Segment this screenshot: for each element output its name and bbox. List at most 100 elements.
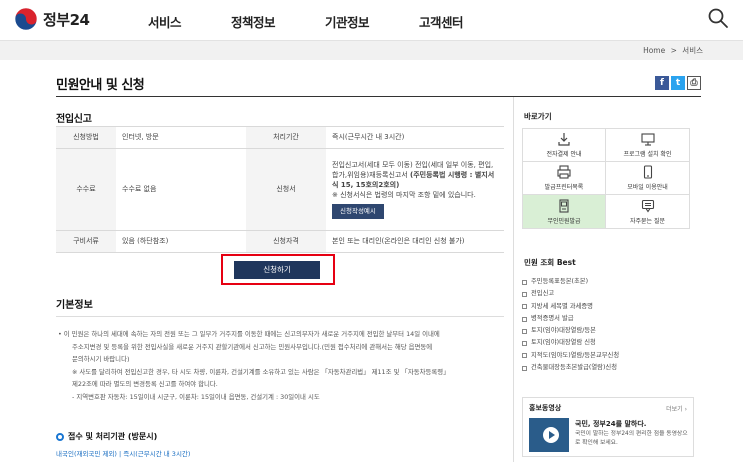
method-value: 인터넷, 방문	[116, 126, 246, 149]
breadcrumb-home[interactable]: Home	[643, 46, 665, 55]
best-item[interactable]: 지적도(임야도)열람/등본교부신청	[522, 350, 619, 362]
best-item-label: 병적증명서 발급	[531, 314, 574, 322]
circle-bullet-icon	[56, 432, 64, 441]
best-item[interactable]: 건축물대장등초본발급(열람)신청	[522, 362, 619, 374]
quick-link-printer[interactable]: 발급프린터목록	[523, 162, 606, 195]
breadcrumb-separator: >	[670, 46, 677, 55]
printer-icon	[557, 165, 571, 179]
search-icon[interactable]	[707, 7, 729, 29]
nav-policy[interactable]: 정책정보	[231, 12, 276, 31]
quick-link-kiosk[interactable]: 무인민원발급	[523, 195, 606, 228]
play-icon	[543, 427, 559, 443]
best-item[interactable]: 병적증명서 발급	[522, 313, 619, 325]
best-item-label: 주민등록표등본(초본)	[531, 278, 589, 285]
best-item[interactable]: 토지(임야)대장열람/등본	[522, 325, 619, 337]
chat-icon	[641, 199, 654, 212]
apply-highlight: 신청하기	[221, 254, 335, 285]
download-icon	[558, 133, 570, 146]
process-title-text: 접수 및 처리기관 (방문시)	[68, 432, 158, 441]
desc-line: ※ 사도를 달리하여 전입신고한 경우, 타 시도 차량, 이륜차, 건설기계를…	[72, 367, 450, 376]
basic-info-title: 기본정보	[56, 300, 93, 311]
checkbox-icon	[522, 304, 527, 310]
quick-link-program[interactable]: 프로그램 설치 확인	[606, 129, 689, 162]
table-row: 신청방법 인터넷, 방문 처리기간 즉시(근무시간 내 3시간)	[56, 126, 504, 149]
basic-description: • 이 민원은 하나의 세대에 속하는 자의 전원 또는 그 일부가 거주지를 …	[58, 328, 502, 404]
promo-thumbnail[interactable]	[529, 418, 569, 452]
share-buttons: f t ⎙	[653, 76, 701, 90]
checkbox-icon	[522, 328, 527, 334]
quick-link-payment[interactable]: 전자결제 안내	[523, 129, 606, 162]
checkbox-icon	[522, 353, 527, 359]
checkbox-icon	[522, 365, 527, 371]
print-icon[interactable]: ⎙	[687, 76, 701, 90]
promo-video-box: 홍보동영상 더보기 › 국민, 정부24를 말하다. 국민이 말하는 정부24의…	[522, 397, 694, 457]
nav-services[interactable]: 서비스	[148, 12, 182, 31]
quick-link-mobile[interactable]: 모바일 이용안내	[606, 162, 689, 195]
page-title: 민원안내 및 신청	[56, 78, 145, 93]
best-item[interactable]: 주민등록표등본(초본)	[522, 276, 619, 288]
checkbox-icon	[522, 341, 527, 347]
best-item-label: 전입신고	[531, 290, 555, 298]
qualification-label: 신청자격	[246, 230, 326, 253]
checkbox-icon	[522, 279, 527, 285]
breadcrumb-current[interactable]: 서비스	[682, 46, 703, 55]
period-label: 처리기간	[246, 126, 326, 149]
form-example-button[interactable]: 신청작성예시	[332, 203, 384, 219]
monitor-icon	[640, 133, 655, 146]
promo-text: 국민이 말하는 정부24의 편리한 점을 동영상으로 확인해 보세요.	[575, 431, 688, 446]
twitter-icon[interactable]: t	[671, 76, 685, 90]
quick-link-label: 무인민원발급	[547, 217, 581, 225]
logo-text: 정부24	[43, 10, 90, 29]
info-table: 신청방법 인터넷, 방문 처리기간 즉시(근무시간 내 3시간) 수수료 수수료…	[56, 126, 504, 253]
form-cell: 전입신고서(세대 모두 이동) 전입(세대 일부 이동, 편입,합가,위임용)재…	[326, 148, 504, 231]
best-item[interactable]: 전입신고	[522, 288, 619, 300]
nav-agency[interactable]: 기관정보	[325, 12, 370, 31]
quick-link-label: 모바일 이용안내	[627, 184, 668, 191]
breadcrumb: Home > 서비스	[640, 45, 703, 56]
desc-line: 문의하시기 바랍니다)	[72, 355, 130, 364]
section-title: 전입신고	[56, 114, 92, 125]
period-value: 즉시(근무시간 내 3시간)	[326, 126, 504, 149]
header: 정부24 서비스 정책정보 기관정보 고객센터	[0, 0, 743, 40]
best-item-label: 건축물대장등초본발급(열람)신청	[531, 364, 618, 372]
quick-link-label: 프로그램 설치 확인	[623, 151, 672, 158]
docs-value: 있음 (하단참조)	[116, 230, 246, 253]
checkbox-icon	[522, 316, 527, 322]
quick-link-faq[interactable]: 자주묻는 질문	[606, 195, 689, 228]
logo[interactable]: 정부24	[14, 7, 90, 31]
desc-line: 제22조에 따라 별도의 변경등록 신고를 하여야 합니다.	[72, 380, 218, 389]
kiosk-icon	[559, 198, 569, 213]
best-list: 주민등록표등본(초본) 전입신고 지방세 세목별 과세증명 병적증명서 발급 토…	[522, 276, 619, 374]
main-nav: 서비스 정책정보 기관정보 고객센터	[148, 12, 513, 31]
facebook-icon[interactable]: f	[655, 76, 669, 90]
best-item-label: 토지(임야)대장열람/등본	[531, 327, 596, 335]
form-note: ※ 신청서식은 법령의 마지막 조항 밑에 있습니다.	[332, 191, 476, 200]
promo-more-link[interactable]: 더보기 ›	[666, 404, 687, 413]
checkbox-icon	[522, 291, 527, 297]
process-subtitle[interactable]: 내국인(재외국민 제외) | 즉시(근무시간 내 3시간)	[56, 448, 190, 458]
mobile-icon	[643, 165, 652, 179]
taegeuk-logo-icon	[14, 7, 38, 31]
best-title: 민원 조회 Best	[524, 258, 576, 267]
best-item[interactable]: 토지(임야)대장열람 신청	[522, 337, 619, 349]
quick-link-label: 자주묻는 질문	[629, 217, 666, 225]
nav-customer[interactable]: 고객센터	[419, 12, 464, 31]
apply-button[interactable]: 신청하기	[234, 261, 320, 279]
docs-label: 구비서류	[56, 230, 116, 253]
quick-link-label: 발급프린터목록	[544, 184, 584, 191]
qualification-value: 본인 또는 대리인(온라인은 대리인 신청 불가)	[326, 230, 504, 253]
best-item[interactable]: 지방세 세목별 과세증명	[522, 301, 619, 313]
fee-label: 수수료	[56, 148, 116, 231]
method-label: 신청방법	[56, 126, 116, 149]
quick-links-grid: 전자결제 안내 프로그램 설치 확인 발급프린터목록 모바일 이용안내 무인민원…	[522, 128, 690, 229]
desc-line: - 지역변호판 자동차: 15일이내 시군구, 이륜차: 15일이내 읍면동, …	[72, 392, 320, 401]
best-item-label: 토지(임야)대장열람 신청	[531, 339, 596, 347]
form-label: 신청서	[246, 148, 326, 231]
basic-divider	[56, 316, 504, 317]
table-row: 구비서류 있음 (하단참조) 신청자격 본인 또는 대리인(온라인은 대리인 신…	[56, 230, 504, 253]
promo-title: 홍보동영상	[529, 404, 562, 412]
breadcrumb-bar: Home > 서비스	[0, 40, 743, 60]
promo-headline[interactable]: 국민, 정부24를 말하다.	[575, 419, 646, 429]
desc-line: • 이 민원은 하나의 세대에 속하는 자의 전원 또는 그 일부가 거주지를 …	[58, 330, 440, 338]
desc-line: 주소지변경 및 등록을 위한 전입사실을 새로운 거주지 관할기관에서 신고하는…	[72, 342, 433, 351]
